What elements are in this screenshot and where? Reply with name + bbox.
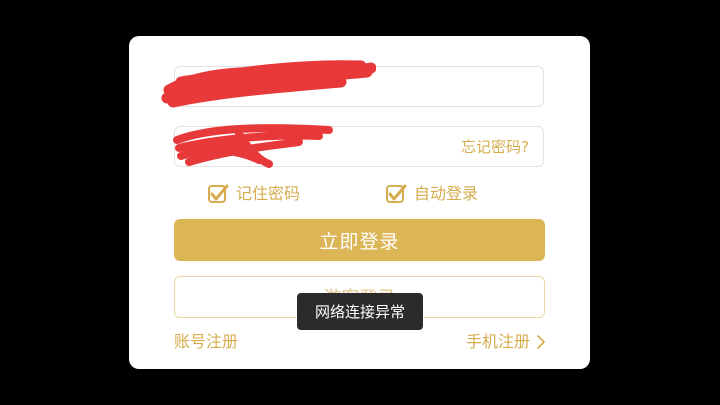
register-account-link[interactable]: 账号注册: [174, 332, 238, 352]
register-account-label: 账号注册: [174, 332, 239, 351]
login-options: 记住密码 自动登录: [129, 182, 590, 206]
auto-login-option[interactable]: 自动登录: [385, 182, 478, 206]
auto-login-label: 自动登录: [414, 184, 479, 203]
screen: 忘记密码? 记住密码 自动登录 立即登录 账号注册 手机注册 网络连接异常: [0, 0, 720, 405]
phone-register-link[interactable]: 手机注册: [466, 332, 546, 352]
checkbox-checked-icon[interactable]: [207, 183, 229, 205]
remember-password-label: 记住密码: [236, 184, 301, 203]
phone-register-label: 手机注册: [465, 332, 530, 351]
chevron-right-icon: [537, 335, 545, 349]
network-error-toast: 网络连接异常: [297, 293, 423, 330]
username-field[interactable]: [174, 66, 544, 107]
password-field[interactable]: 忘记密码?: [174, 126, 544, 167]
forgot-password-link[interactable]: 忘记密码?: [461, 138, 529, 156]
remember-password-option[interactable]: 记住密码: [207, 182, 300, 206]
login-button[interactable]: 立即登录: [174, 219, 545, 261]
checkbox-checked-icon[interactable]: [385, 183, 407, 205]
